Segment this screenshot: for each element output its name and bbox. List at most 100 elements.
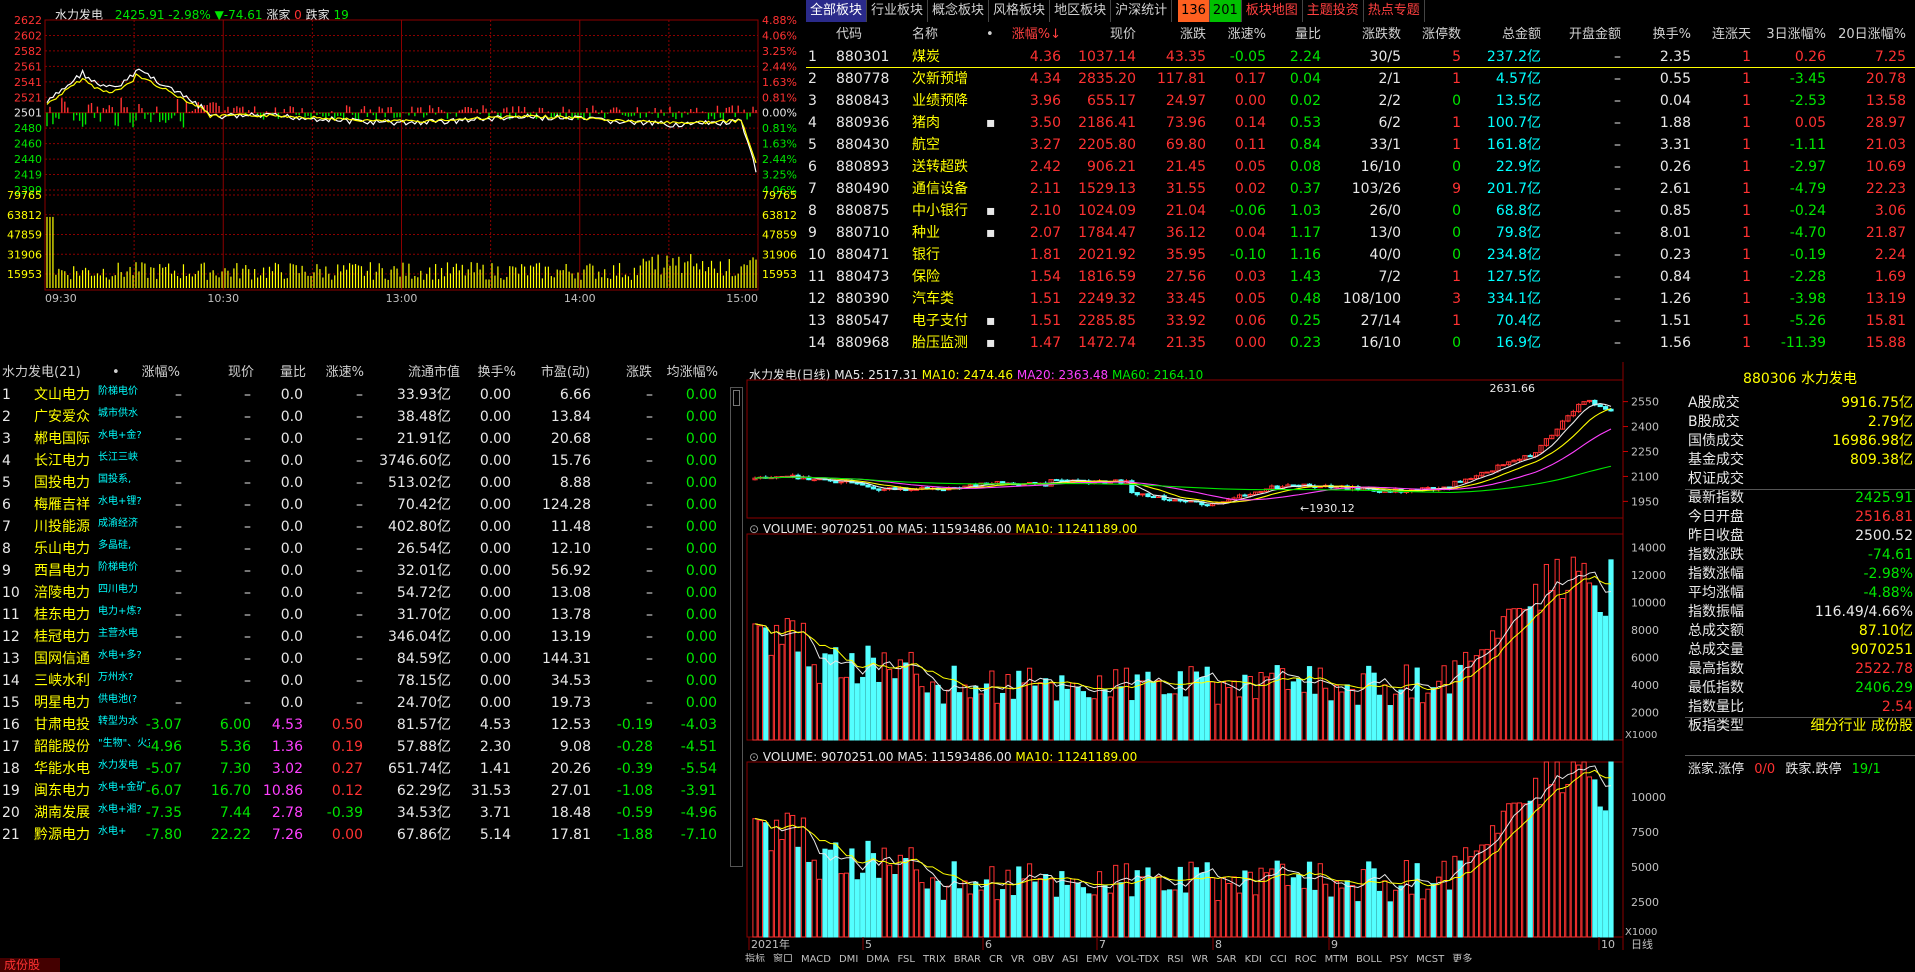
sector-row[interactable]: 3 880843 业绩预降 3.96 655.17 24.97 0.00 0.02 2/2 0 13… [806,90,1915,112]
indicator-tab-17[interactable]: KDJ [1245,954,1262,962]
member-header-10[interactable]: 均涨幅% [660,362,718,384]
indicator-tab-23[interactable]: MCST [1416,954,1444,962]
indicator-tab-1[interactable]: 窗口 [773,954,793,962]
tab-2[interactable]: 概念板块 [928,0,990,22]
member-header-3[interactable]: 现价 [200,362,254,384]
tab-3[interactable]: 风格板块 [989,0,1051,22]
indicator-tab-4[interactable]: DMA [866,954,889,962]
header-0[interactable]: 代码 [836,24,906,46]
indicator-tab-2[interactable]: MACD [801,954,831,962]
tab-7[interactable]: 201 [1209,0,1242,22]
header-12[interactable]: 换手% [1621,24,1691,46]
indicator-tab-8[interactable]: CR [989,954,1003,962]
sector-row[interactable]: 9 880710 种业 ▪ 2.07 1784.47 36.12 0.04 1.17 13/0 0 7… [806,222,1915,244]
tab-member-stocks[interactable]: 成份股 [0,958,60,972]
indicator-tab-9[interactable]: VR [1011,954,1025,962]
indicator-tab-21[interactable]: BOLL [1356,954,1382,962]
member-pe: 11.48 [550,519,591,535]
sector-row[interactable]: 13 880547 电子支付 ▪ 1.51 2285.85 33.92 0.06 0.25 27/… [806,310,1915,332]
header-6[interactable]: 涨速% [1206,24,1266,46]
volume-bar [1000,692,1006,741]
header-1[interactable]: 名称 [912,24,988,46]
volume2-bar [827,849,833,938]
sector-row[interactable]: 4 880936 猪肉 ▪ 3.50 2186.41 73.96 0.14 0.53 6/2 1 10… [806,112,1915,134]
tab-6[interactable]: 136 [1178,0,1210,22]
tab-9[interactable]: 主题投资 [1303,0,1364,22]
member-header-6[interactable]: 流通市值 [380,362,460,384]
indicator-tab-14[interactable]: RSI [1167,954,1183,962]
tab-5[interactable]: 沪深统计 [1111,0,1173,22]
member-header-4[interactable]: 量比 [258,362,306,384]
tab-10[interactable]: 热点专题 [1364,0,1425,22]
indicator-tab-10[interactable]: OBV [1033,954,1054,962]
indicator-tab-24[interactable]: 更多 [1452,954,1472,962]
indicator-tab-13[interactable]: VOL-TDX [1116,954,1159,962]
header-8[interactable]: 涨跌数 [1321,24,1401,46]
tab-8[interactable]: 板块地图 [1242,0,1303,22]
member-header-5[interactable]: 涨速% [310,362,364,384]
header-3[interactable]: 涨幅%↓ [1001,24,1061,46]
indicator-tab-11[interactable]: ASI [1062,954,1078,962]
member-row[interactable]: 21 黔源电力 水电+ -7.80 22.22 7.26 0.00 67.86亿 5.14 17.… [0,824,730,846]
kline-panel[interactable]: 水力发电(日线) MA5: 2517.31 MA10: 2474.46 MA20… [745,362,1685,962]
member-header-8[interactable]: 市盈(动) [520,362,590,384]
volume-tick-label-right: 63812 [762,209,797,222]
indicator-tab-12[interactable]: EMV [1086,954,1108,962]
member-price: – [244,651,251,667]
indicator-tab-3[interactable]: DMI [839,954,858,962]
sector-row[interactable]: 10 880471 银行 1.81 2021.92 35.95 -0.10 1.16 40/0 0… [806,244,1915,266]
header-4[interactable]: 现价 [1061,24,1136,46]
header-15[interactable]: 20日涨幅% [1826,24,1906,46]
sector-row[interactable]: 14 880968 胎压监测 ▪ 1.47 1472.74 21.35 0.00 0.23 16/… [806,332,1915,354]
indicator-tab-5[interactable]: FSL [897,954,915,962]
info-row: A股成交 9916.75亿 [1685,394,1915,413]
indicator-tab-22[interactable]: PSY [1390,954,1409,962]
sector-d3: 0.26 [1794,49,1826,65]
indicator-tab-15[interactable]: WR [1191,954,1208,962]
header-11[interactable]: 开盘金额 [1541,24,1621,46]
indicator-tab-7[interactable]: BRAR [954,954,981,962]
header-5[interactable]: 涨跌 [1136,24,1206,46]
member-n: 15 [2,695,20,711]
volume-bar [1436,680,1442,741]
indicator-tab-16[interactable]: SAR [1216,954,1236,962]
intraday-chart-panel[interactable]: 水力发电 2425.91 -2.98% ▼-74.61 涨家 0 跌家 19 2… [0,0,806,362]
tab-0[interactable]: 全部板块 [806,0,868,22]
indicator-tab-18[interactable]: CCI [1270,954,1287,962]
sector-row[interactable]: 2 880778 次新预增 4.34 2835.20 117.81 0.17 0.04 2/1 1… [806,68,1915,90]
header-9[interactable]: 涨停数 [1401,24,1461,46]
indicator-tab-20[interactable]: MTM [1325,954,1348,962]
header-10[interactable]: 总金额 [1461,24,1541,46]
sector-speed: 0.00 [1234,93,1266,109]
sector-price: 2285.85 [1078,313,1136,329]
member-scrollbar[interactable] [730,387,743,867]
sector-price: 1529.13 [1078,181,1136,197]
member-header-9[interactable]: 涨跌 [600,362,652,384]
sector-row[interactable]: 11 880473 保险 1.54 1816.59 27.56 0.03 1.43 7/2 1 12… [806,266,1915,288]
sector-code: 880893 [836,159,890,175]
scroll-thumb[interactable] [733,390,740,406]
header-13[interactable]: 连涨天 [1691,24,1751,46]
sector-row[interactable]: 8 880875 中小银行 ▪ 2.10 1024.09 21.04 -0.06 1.03 26/… [806,200,1915,222]
indicator-tab-0[interactable]: 指标 [745,954,765,962]
header-2[interactable]: • [986,24,1002,46]
header-7[interactable]: 量比 [1266,24,1321,46]
sector-amt: 234.8亿 [1486,247,1541,263]
tab-1[interactable]: 行业板块 [867,0,929,22]
sector-row[interactable]: 6 880893 送转超跌 2.42 906.21 21.45 0.05 0.08 16/10 0… [806,156,1915,178]
indicator-tab-19[interactable]: ROC [1295,954,1317,962]
sector-row[interactable]: 7 880490 通信设备 2.11 1529.13 31.55 0.02 0.37 103/2… [806,178,1915,200]
member-n: 7 [2,519,11,535]
sector-row[interactable]: 12 880390 汽车类 1.51 2249.32 33.45 0.05 0.48 108/1… [806,288,1915,310]
member-header-0[interactable]: 水力发电(21) [2,362,112,384]
sector-row[interactable]: 1 880301 煤炭 4.36 1037.14 43.35 -0.05 2.24 30/5 5 2… [806,46,1915,68]
info-key: 指数振幅 [1688,604,1744,620]
volume2-bar [1479,844,1485,938]
header-14[interactable]: 3日涨幅% [1751,24,1826,46]
member-header-7[interactable]: 换手% [460,362,516,384]
volume-bar [1565,589,1571,741]
indicator-tab-6[interactable]: TRIX [923,954,946,962]
sector-row[interactable]: 5 880430 航空 3.27 2205.80 69.80 0.11 0.84 33/1 1 16… [806,134,1915,156]
volume2-bar [886,864,893,938]
tab-4[interactable]: 地区板块 [1050,0,1112,22]
